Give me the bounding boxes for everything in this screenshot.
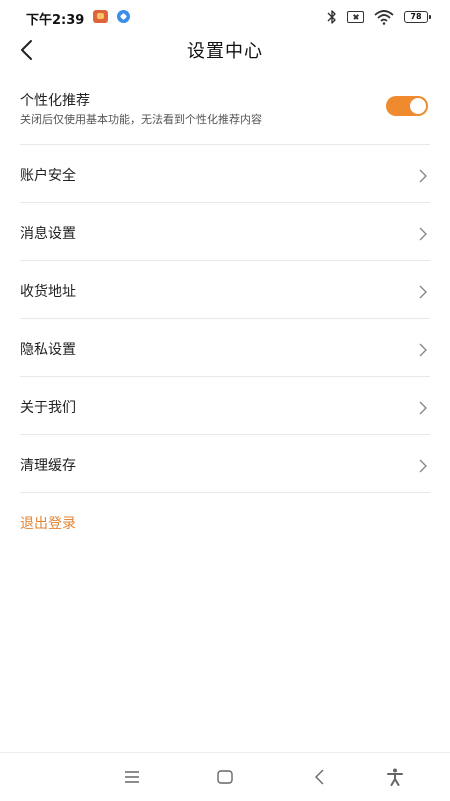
wifi-icon <box>374 10 394 25</box>
toggle-knob <box>410 98 426 114</box>
logout-button[interactable]: 退出登录 <box>20 513 76 533</box>
app-icon <box>93 10 108 23</box>
personalized-recommendation-row: 个性化推荐 关闭后仅使用基本功能，无法看到个性化推荐内容 <box>20 84 430 145</box>
chevron-right-icon <box>419 285 427 299</box>
sim-icon <box>347 11 364 23</box>
accessibility-icon[interactable] <box>385 767 405 787</box>
battery-icon: 78 <box>404 11 431 23</box>
header: 设置中心 <box>0 34 450 66</box>
menu-item-label: 账户安全 <box>20 168 76 184</box>
chevron-right-icon <box>419 401 427 415</box>
menu-item-label: 清理缓存 <box>20 458 76 474</box>
menu-item-label: 隐私设置 <box>20 342 76 358</box>
chevron-right-icon <box>419 227 427 241</box>
logout-row: 退出登录 <box>20 493 430 551</box>
system-nav-bar <box>0 752 450 801</box>
status-bar: 下午2:39 78 <box>0 0 450 34</box>
settings-list: 个性化推荐 关闭后仅使用基本功能，无法看到个性化推荐内容 账户安全 消息设置 收… <box>20 84 430 551</box>
menu-item-label: 消息设置 <box>20 226 76 242</box>
bluetooth-icon <box>327 10 336 24</box>
menu-item-clear-cache[interactable]: 清理缓存 <box>20 435 430 493</box>
chevron-right-icon <box>419 343 427 357</box>
menu-item-shipping-address[interactable]: 收货地址 <box>20 261 430 319</box>
personalized-toggle[interactable] <box>386 96 428 116</box>
status-icons: 78 <box>327 8 431 26</box>
personalized-description: 关闭后仅使用基本功能，无法看到个性化推荐内容 <box>20 113 262 126</box>
menu-icon[interactable] <box>122 767 142 787</box>
chevron-right-icon <box>419 459 427 473</box>
notify-icon <box>117 10 130 23</box>
chevron-right-icon <box>419 169 427 183</box>
page-title: 设置中心 <box>187 41 263 62</box>
menu-item-label: 收货地址 <box>20 284 76 300</box>
menu-item-message-settings[interactable]: 消息设置 <box>20 203 430 261</box>
menu-item-account-security[interactable]: 账户安全 <box>20 145 430 203</box>
home-icon[interactable] <box>215 767 235 787</box>
back-icon[interactable] <box>310 767 330 787</box>
status-time: 下午2:39 <box>26 13 85 28</box>
menu-item-about-us[interactable]: 关于我们 <box>20 377 430 435</box>
menu-item-label: 关于我们 <box>20 400 76 416</box>
menu-item-privacy-settings[interactable]: 隐私设置 <box>20 319 430 377</box>
personalized-title: 个性化推荐 <box>20 93 90 109</box>
